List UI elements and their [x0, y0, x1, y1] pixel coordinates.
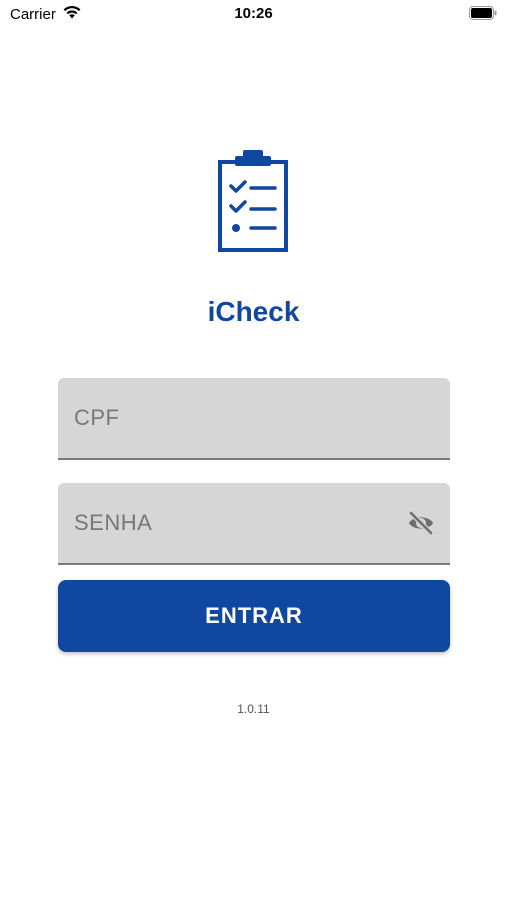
- clipboard-checklist-icon: [215, 148, 291, 256]
- senha-input[interactable]: [58, 483, 450, 563]
- battery-icon: [469, 6, 497, 20]
- senha-field[interactable]: [58, 483, 450, 565]
- eye-off-icon[interactable]: [406, 510, 436, 536]
- app-version: 1.0.11: [237, 702, 270, 716]
- status-bar: Carrier 10:26: [0, 0, 507, 28]
- cpf-input[interactable]: [58, 378, 450, 458]
- entrar-button[interactable]: ENTRAR: [58, 580, 450, 652]
- login-screen: Carrier 10:26 iCheck CPF ENTRAR 1.0.11: [0, 0, 507, 900]
- status-time: 10:26: [234, 5, 273, 22]
- app-title: iCheck: [207, 296, 300, 327]
- cpf-field[interactable]: [58, 378, 450, 460]
